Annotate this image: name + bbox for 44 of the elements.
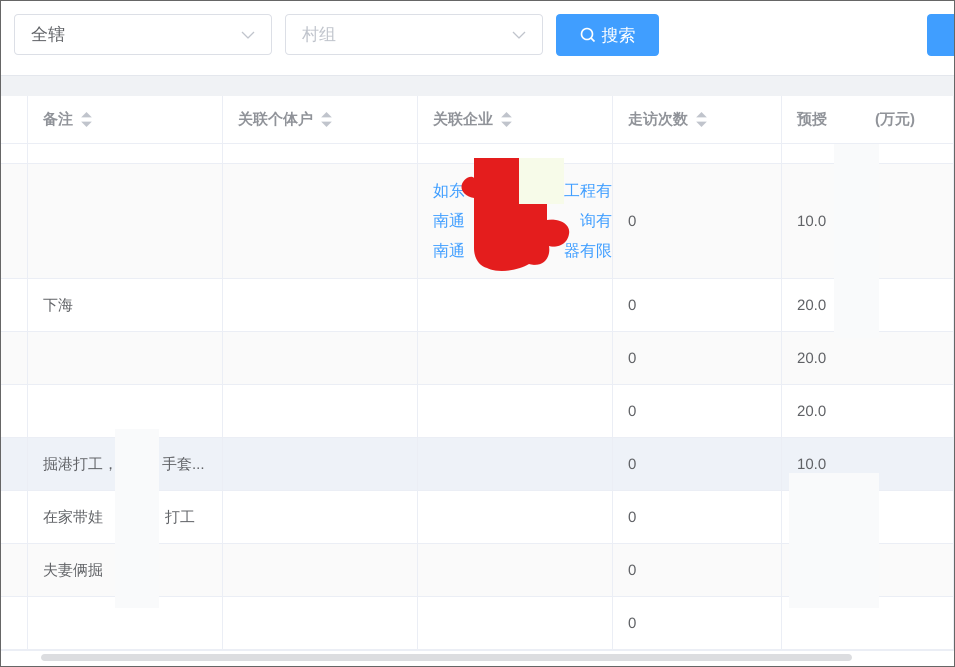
table-cell: 0	[628, 562, 636, 578]
column-header[interactable]: 关联个体户	[238, 110, 313, 129]
select-field[interactable]: 全辖	[14, 14, 272, 55]
table-cell: 0	[628, 296, 636, 314]
table-cell: 0	[628, 614, 636, 632]
column-header[interactable]: 预授	[797, 110, 827, 129]
remark-text: 打工	[165, 508, 195, 526]
sort-icon[interactable]	[501, 112, 512, 127]
table-cell: 20.0	[797, 402, 826, 420]
table-cell: 10.0	[797, 456, 826, 472]
company-link[interactable]: 询有	[580, 210, 612, 232]
table-cell: 0	[628, 508, 636, 526]
sort-icon[interactable]	[696, 112, 707, 127]
company-link[interactable]: 如东	[433, 180, 465, 202]
table-cell: 20.0	[797, 296, 826, 314]
redaction-mask	[519, 158, 564, 204]
chevron-down-icon	[241, 30, 255, 38]
sort-icon[interactable]	[321, 112, 332, 127]
company-link[interactable]: 南通	[433, 210, 465, 232]
table-cell: 10.0	[797, 212, 826, 230]
company-link[interactable]: 器有限	[564, 240, 612, 262]
remark-text: 夫妻俩掘	[43, 560, 103, 580]
scrollbar-thumb[interactable]	[41, 654, 852, 661]
company-link[interactable]: 南通	[433, 240, 465, 262]
remark-text: 掘港打工，	[43, 454, 118, 474]
table-cell: 0	[628, 212, 636, 230]
search-button[interactable]: 搜索	[556, 14, 659, 56]
table-cell: 20.0	[797, 350, 826, 366]
table-cell: 0	[628, 456, 636, 472]
remark-text: 下海	[43, 296, 73, 314]
table-cell: 0	[628, 350, 636, 366]
column-header[interactable]: 关联企业	[433, 110, 493, 129]
remark-text: 手套...	[162, 454, 205, 474]
chevron-down-icon	[512, 30, 526, 38]
search-icon	[580, 27, 596, 43]
sort-icon[interactable]	[81, 112, 92, 127]
company-link[interactable]: 工程有	[564, 180, 612, 202]
column-header[interactable]: 备注	[43, 110, 73, 129]
toolbar-button[interactable]	[927, 14, 954, 56]
table-cell: 0	[628, 402, 636, 420]
select-field[interactable]: 村组	[285, 14, 543, 55]
column-header[interactable]: (万元)	[875, 110, 915, 129]
remark-text: 在家带娃	[43, 508, 103, 526]
column-header[interactable]: 走访次数	[628, 110, 688, 129]
